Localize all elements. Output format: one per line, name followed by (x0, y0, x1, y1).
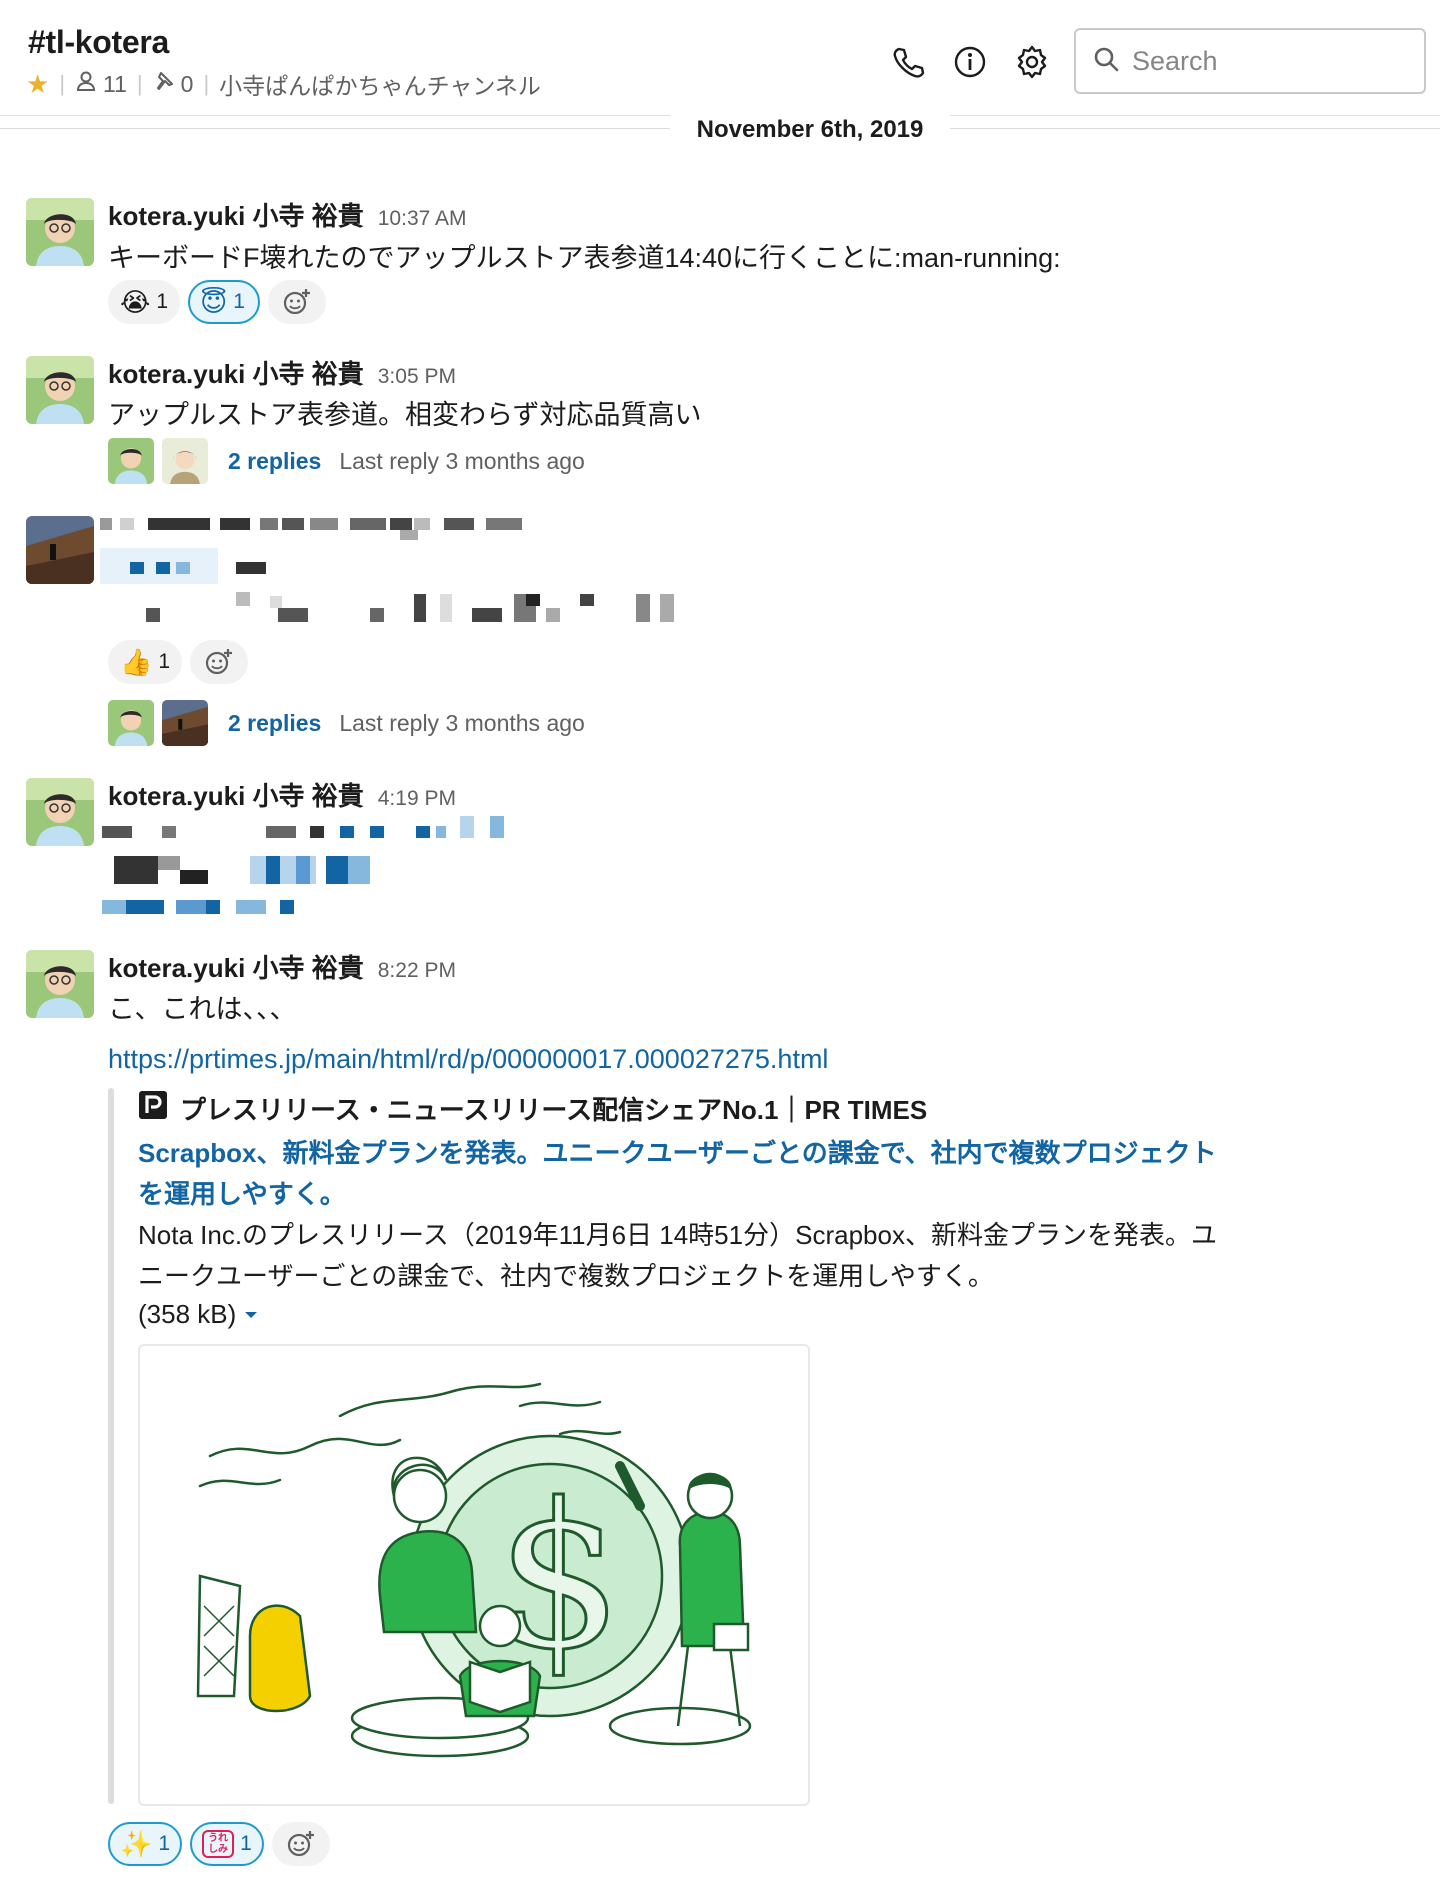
channel-name[interactable]: #tl-kotera (28, 24, 169, 61)
reaction-sparkles[interactable]: ✨ 1 (108, 1822, 183, 1866)
avatar[interactable] (26, 516, 94, 584)
add-reaction-icon (205, 649, 233, 675)
search-box[interactable] (1074, 28, 1426, 94)
divider: | (59, 71, 66, 96)
preview-site-name: プレスリリース・ニュースリリース配信シェアNo.1｜PR TIMES (180, 1095, 928, 1125)
avatar (162, 700, 208, 746)
preview-image[interactable]: $ (138, 1344, 810, 1806)
message-author[interactable]: kotera.yuki 小寺 裕貴 (108, 948, 364, 985)
divider: | (136, 71, 143, 96)
star-icon[interactable]: ★ (26, 69, 49, 100)
message-text: こ、これは、、、 (108, 994, 297, 1024)
channel-topic[interactable]: 小寺ぱんぱかちゃんチャンネル (219, 67, 541, 101)
member-count[interactable]: 11 (103, 71, 127, 98)
prtimes-logo-icon (138, 1090, 168, 1127)
preview-description: Nota Inc.のプレスリリース（2019年11月6日 14時51分）Scra… (138, 1220, 1217, 1291)
svg-text:$: $ (496, 1461, 623, 1694)
avatar (162, 438, 208, 484)
avatar[interactable] (26, 198, 94, 266)
members-icon[interactable] (75, 70, 97, 98)
channel-meta: ★ | 11 | 0 | 小寺ぱんぱかちゃんチャンネル (26, 67, 541, 101)
message-author[interactable]: kotera.yuki 小寺 裕貴 (108, 196, 364, 233)
avatar (108, 700, 154, 746)
message-text: キーボードF壊れたのでアップルストア表参道14:40に行くことに:man-run… (108, 243, 1061, 273)
message-header: kotera.yuki 小寺 裕貴 8:22 PM (108, 948, 456, 985)
avatar[interactable] (26, 950, 94, 1018)
preview-size: (358 kB) (138, 1299, 237, 1329)
info-icon[interactable] (950, 42, 990, 82)
redacted-content (100, 816, 520, 925)
reaction-sob[interactable]: 😭 1 (108, 280, 181, 324)
reaction-bar: 👍 1 (108, 640, 249, 684)
avatar[interactable] (26, 356, 94, 424)
date-divider[interactable]: November 6th, 2019 (670, 112, 950, 148)
reaction-bar: 😭 1 😇 1 (108, 280, 327, 324)
message-timestamp[interactable]: 4:19 PM (378, 787, 456, 811)
channel-header: #tl-kotera ★ | 11 | 0 | 小寺ぱんぱかちゃんチャンネル (0, 0, 1440, 116)
reaction-ureshimi[interactable]: うれしみ 1 (190, 1822, 264, 1866)
reply-count[interactable]: 2 replies (228, 710, 321, 737)
link-preview: プレスリリース・ニュースリリース配信シェアNo.1｜PR TIMES Scrap… (138, 1090, 1228, 1330)
reaction-thumbsup[interactable]: 👍 1 (108, 640, 183, 684)
attachment-bar (108, 1088, 114, 1804)
add-reaction-button[interactable] (271, 1822, 330, 1866)
message-header: kotera.yuki 小寺 裕貴 10:37 AM (108, 196, 466, 233)
search-input[interactable] (1132, 45, 1412, 77)
gear-icon[interactable] (1012, 42, 1052, 82)
last-reply: Last reply 3 months ago (339, 709, 585, 736)
message-header: kotera.yuki 小寺 裕貴 3:05 PM (108, 354, 456, 391)
message-timestamp[interactable]: 3:05 PM (378, 365, 456, 389)
pin-icon[interactable] (153, 70, 175, 98)
message-timestamp[interactable]: 10:37 AM (378, 207, 467, 231)
pin-count[interactable]: 0 (181, 71, 194, 98)
message-timestamp[interactable]: 8:22 PM (378, 959, 456, 983)
message-author[interactable]: kotera.yuki 小寺 裕貴 (108, 776, 364, 813)
avatar (108, 438, 154, 484)
message-author[interactable]: kotera.yuki 小寺 裕貴 (108, 354, 364, 391)
divider: | (203, 71, 210, 96)
message-text: アップルストア表参道。相変わらず対応品質高い (108, 400, 702, 430)
reply-count[interactable]: 2 replies (228, 448, 321, 475)
scrapbox-illustration: $ (196, 1382, 752, 1758)
last-reply: Last reply 3 months ago (339, 447, 585, 474)
preview-title[interactable]: Scrapbox、新料金プランを発表。ユニークユーザーごとの課金で、社内で複数プ… (138, 1133, 1228, 1215)
add-reaction-icon (287, 1831, 314, 1857)
preview-size-toggle[interactable]: (358 kB) (138, 1299, 1228, 1330)
preview-site: プレスリリース・ニュースリリース配信シェアNo.1｜PR TIMES (138, 1090, 1228, 1127)
redacted-content (100, 518, 720, 633)
reaction-bar: ✨ 1 うれしみ 1 (108, 1822, 330, 1866)
add-reaction-icon (283, 289, 311, 315)
message-header: kotera.yuki 小寺 裕貴 4:19 PM (108, 776, 456, 813)
thread-summary[interactable]: 2 replies Last reply 3 months ago (108, 438, 585, 484)
avatar[interactable] (26, 778, 94, 846)
thread-summary[interactable]: 2 replies Last reply 3 months ago (108, 700, 585, 746)
ureshimi-emoji: うれしみ (202, 1830, 235, 1858)
phone-icon[interactable] (888, 42, 928, 82)
reaction-innocent[interactable]: 😇 1 (188, 280, 261, 324)
caret-down-icon (245, 1311, 258, 1318)
add-reaction-button[interactable] (268, 280, 327, 324)
message-link[interactable]: https://prtimes.jp/main/html/rd/p/000000… (108, 1044, 828, 1075)
add-reaction-button[interactable] (190, 640, 249, 684)
search-icon (1092, 45, 1120, 78)
